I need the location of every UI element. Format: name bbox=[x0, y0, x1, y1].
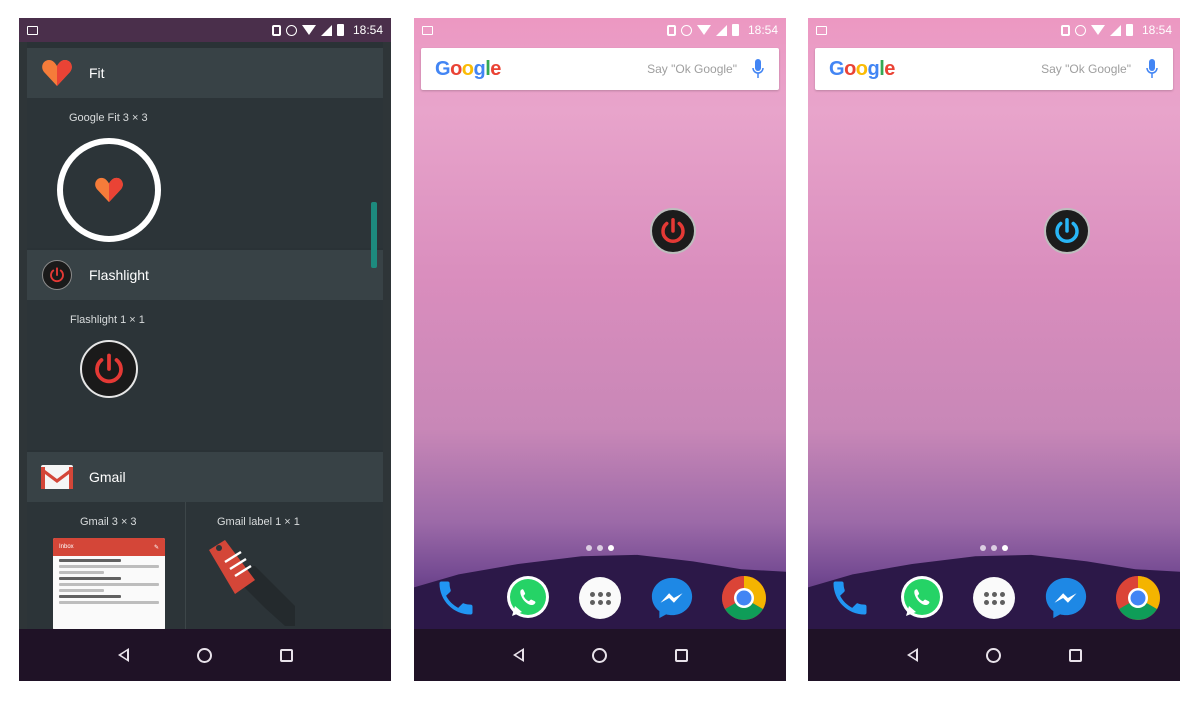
section-header-fit: Fit bbox=[27, 48, 383, 98]
battery-icon bbox=[731, 24, 739, 36]
status-time: 18:54 bbox=[747, 23, 778, 37]
flashlight-widget-preview[interactable] bbox=[80, 340, 138, 398]
messenger-icon[interactable] bbox=[648, 574, 696, 622]
widget-label: Gmail 3 × 3 bbox=[80, 516, 137, 528]
flashlight-power-icon bbox=[42, 260, 72, 290]
home-icon bbox=[592, 647, 608, 663]
section-header-flashlight: Flashlight bbox=[27, 250, 383, 300]
microphone-icon[interactable] bbox=[751, 58, 765, 80]
back-button[interactable] bbox=[507, 643, 531, 667]
signal-icon bbox=[1109, 24, 1121, 36]
widget-list[interactable]: Fit Google Fit 3 × 3 Flashlight Flashlig… bbox=[27, 42, 383, 631]
recents-icon bbox=[1068, 648, 1082, 662]
whatsapp-icon[interactable] bbox=[504, 574, 552, 622]
whatsapp-icon[interactable] bbox=[898, 574, 946, 622]
app-drawer-icon[interactable] bbox=[576, 574, 624, 622]
voice-hint: Say "Ok Google" bbox=[647, 62, 737, 76]
widget-label: Google Fit 3 × 3 bbox=[69, 112, 148, 124]
home-icon bbox=[197, 647, 213, 663]
status-bar: 18:54 bbox=[19, 18, 391, 42]
signal-icon bbox=[715, 24, 727, 36]
home-icon bbox=[986, 647, 1002, 663]
chrome-icon[interactable] bbox=[1114, 574, 1162, 622]
back-button[interactable] bbox=[112, 643, 136, 667]
section-title: Fit bbox=[89, 65, 105, 81]
alarm-icon bbox=[1074, 24, 1086, 36]
section-header-gmail: Gmail bbox=[27, 452, 383, 502]
navigation-bar bbox=[808, 629, 1180, 681]
wifi-icon bbox=[301, 25, 316, 35]
status-time: 18:54 bbox=[352, 23, 383, 37]
power-icon bbox=[1055, 218, 1079, 243]
gmail-icon bbox=[41, 461, 73, 493]
vibrate-icon bbox=[1060, 24, 1070, 36]
signal-icon bbox=[320, 24, 332, 36]
widget-label: Flashlight 1 × 1 bbox=[70, 314, 145, 326]
phone-screen-widget-picker: 18:54 Fit Google Fit 3 × 3 Flashlight Fl… bbox=[19, 18, 391, 681]
recents-button[interactable] bbox=[274, 643, 298, 667]
phone-screen-home-flashlight-off: 18:54 Google Say "Ok Google" bbox=[414, 18, 786, 681]
page-indicator bbox=[414, 545, 786, 551]
google-search-bar[interactable]: Google Say "Ok Google" bbox=[421, 48, 779, 90]
dock bbox=[414, 572, 786, 624]
gmail-label-widget-preview[interactable] bbox=[205, 536, 295, 631]
google-logo: Google bbox=[829, 57, 895, 80]
google-search-bar[interactable]: Google Say "Ok Google" bbox=[815, 48, 1173, 90]
status-bar: 18:54 bbox=[414, 18, 786, 42]
battery-icon bbox=[336, 24, 344, 36]
phone-app-icon[interactable] bbox=[432, 574, 480, 622]
home-button[interactable] bbox=[982, 643, 1006, 667]
navigation-bar bbox=[414, 629, 786, 681]
section-title: Flashlight bbox=[89, 267, 149, 283]
status-time: 18:54 bbox=[1141, 23, 1172, 37]
divider bbox=[185, 502, 186, 629]
home-button[interactable] bbox=[588, 643, 612, 667]
app-drawer-icon[interactable] bbox=[970, 574, 1018, 622]
google-fit-widget-preview[interactable] bbox=[57, 138, 161, 242]
back-icon bbox=[118, 648, 130, 662]
recents-button[interactable] bbox=[1063, 643, 1087, 667]
battery-icon bbox=[1125, 24, 1133, 36]
image-notification-icon bbox=[422, 25, 433, 35]
back-button[interactable] bbox=[901, 643, 925, 667]
phone-app-icon[interactable] bbox=[826, 574, 874, 622]
status-bar: 18:54 bbox=[808, 18, 1180, 42]
navigation-bar bbox=[19, 629, 391, 681]
chrome-icon[interactable] bbox=[720, 574, 768, 622]
microphone-icon[interactable] bbox=[1145, 58, 1159, 80]
recents-button[interactable] bbox=[669, 643, 693, 667]
phone-screen-home-flashlight-on: 18:54 Google Say "Ok Google" bbox=[808, 18, 1180, 681]
recents-icon bbox=[674, 648, 688, 662]
wifi-icon bbox=[1090, 25, 1105, 35]
section-title: Gmail bbox=[89, 469, 126, 485]
vibrate-icon bbox=[666, 24, 676, 36]
messenger-icon[interactable] bbox=[1042, 574, 1090, 622]
vibrate-icon bbox=[271, 24, 281, 36]
power-icon bbox=[661, 218, 685, 243]
gmail-widget-preview[interactable]: Inbox ✎ bbox=[53, 538, 165, 630]
compose-icon: ✎ bbox=[153, 545, 159, 551]
alarm-icon bbox=[285, 24, 297, 36]
scroll-indicator[interactable] bbox=[371, 202, 377, 268]
fit-heart-icon bbox=[95, 177, 123, 203]
power-icon bbox=[95, 353, 123, 384]
home-button[interactable] bbox=[193, 643, 217, 667]
widget-label: Gmail label 1 × 1 bbox=[217, 516, 300, 528]
back-icon bbox=[907, 648, 919, 662]
flashlight-widget[interactable] bbox=[650, 208, 696, 254]
dock bbox=[808, 572, 1180, 624]
recents-icon bbox=[279, 648, 293, 662]
image-notification-icon bbox=[816, 25, 827, 35]
flashlight-widget[interactable] bbox=[1044, 208, 1090, 254]
wifi-icon bbox=[696, 25, 711, 35]
back-icon bbox=[513, 648, 525, 662]
alarm-icon bbox=[680, 24, 692, 36]
voice-hint: Say "Ok Google" bbox=[1041, 62, 1131, 76]
label-tag-icon bbox=[209, 540, 295, 626]
fit-heart-icon bbox=[41, 57, 73, 89]
page-indicator bbox=[808, 545, 1180, 551]
google-logo: Google bbox=[435, 57, 501, 80]
image-notification-icon bbox=[27, 25, 38, 35]
